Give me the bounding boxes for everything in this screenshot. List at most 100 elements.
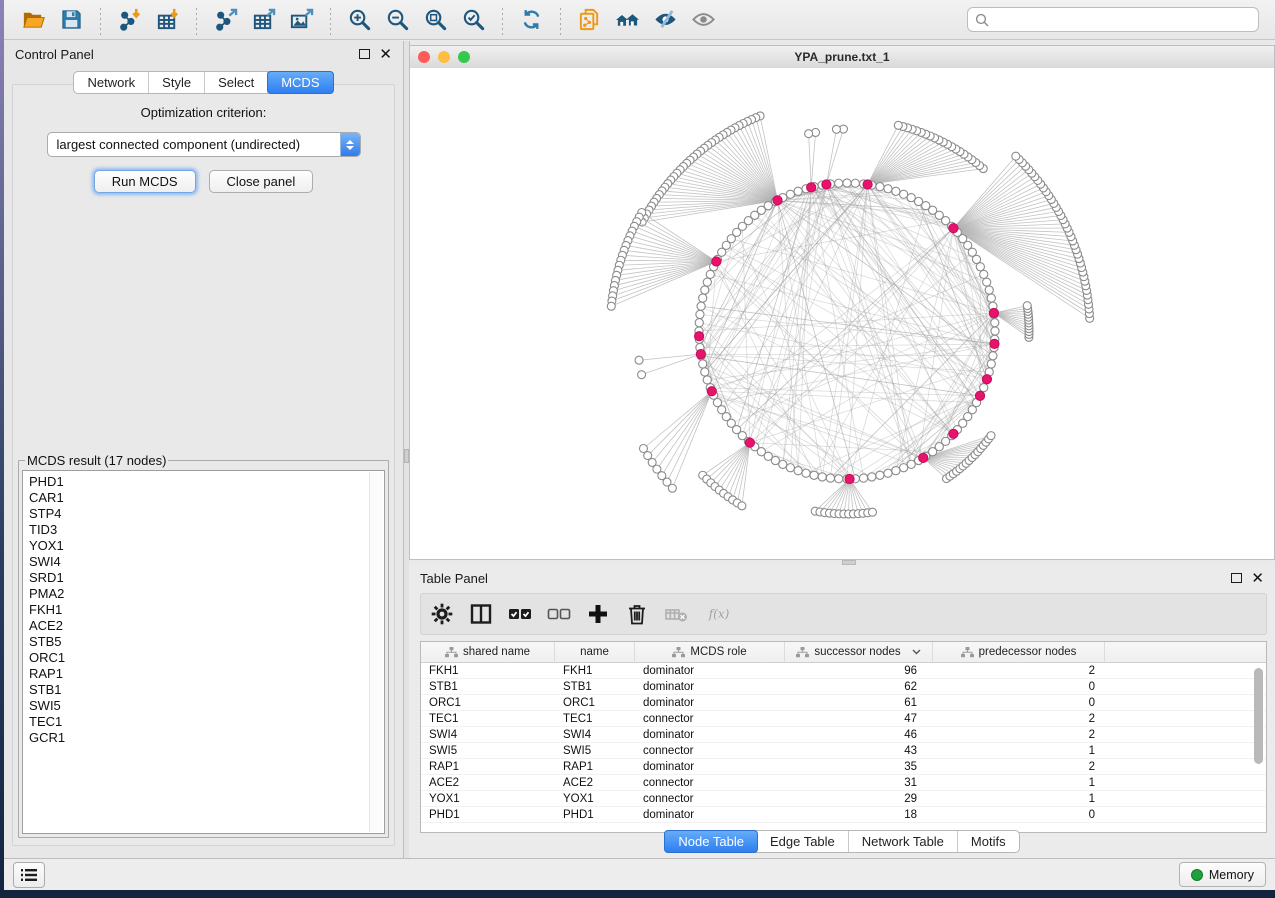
clone-network-icon[interactable]: [574, 5, 604, 35]
close-panel-button[interactable]: Close panel: [209, 170, 314, 193]
table-row[interactable]: FKH1FKH1dominator962: [421, 663, 1266, 679]
cell-successor-nodes: 46: [785, 727, 933, 743]
mcds-node-item[interactable]: SWI5: [29, 698, 384, 714]
deselect-all-rows-icon[interactable]: [544, 600, 574, 628]
table-row[interactable]: ORC1ORC1dominator610: [421, 695, 1266, 711]
table-row[interactable]: TEC1TEC1connector472: [421, 711, 1266, 727]
mcds-node-item[interactable]: SWI4: [29, 554, 384, 570]
close-panel-icon[interactable]: ✕: [1251, 571, 1264, 586]
tab-select[interactable]: Select: [205, 72, 268, 93]
zoom-selected-icon[interactable]: [458, 5, 488, 35]
zoom-fit-icon[interactable]: [420, 5, 450, 35]
mcds-node-item[interactable]: FKH1: [29, 602, 384, 618]
mcds-result-list[interactable]: PHD1CAR1STP4TID3YOX1SWI4SRD1PMA2FKH1ACE2…: [22, 470, 385, 834]
svg-text:f(x): f(x): [708, 607, 730, 621]
table-scrollbar-thumb[interactable]: [1254, 668, 1263, 764]
toolbar-icon-strip: [14, 5, 722, 35]
export-network-icon[interactable]: [210, 5, 240, 35]
status-bar: Memory: [4, 858, 1275, 890]
mcds-node-item[interactable]: YOX1: [29, 538, 384, 554]
tab-style[interactable]: Style: [149, 72, 205, 93]
add-column-icon[interactable]: [583, 600, 613, 628]
optimization-criterion-select[interactable]: largest connected component (undirected): [47, 132, 361, 157]
mcds-node-item[interactable]: PHD1: [29, 474, 384, 490]
table-row[interactable]: YOX1YOX1connector291: [421, 791, 1266, 807]
column-header-shared-name[interactable]: shared name: [421, 642, 555, 663]
column-header-successor-nodes[interactable]: successor nodes: [785, 642, 933, 663]
control-panel-title: Control Panel: [15, 47, 94, 62]
run-mcds-button[interactable]: Run MCDS: [94, 170, 196, 193]
first-neighbors-icon[interactable]: [612, 5, 642, 35]
tab-edge-table[interactable]: Edge Table: [757, 831, 849, 852]
mcds-node-item[interactable]: ACE2: [29, 618, 384, 634]
table-toolbar: f(x): [420, 593, 1267, 635]
tab-mcds[interactable]: MCDS: [267, 71, 333, 94]
table-row[interactable]: RAP1RAP1dominator352: [421, 759, 1266, 775]
table-row[interactable]: SWI4SWI4dominator462: [421, 727, 1266, 743]
search-input[interactable]: [994, 12, 1251, 28]
cell-filler: [1105, 711, 1266, 727]
column-header-name[interactable]: name: [555, 642, 635, 663]
export-table-icon[interactable]: [248, 5, 278, 35]
close-panel-icon[interactable]: ✕: [379, 47, 392, 62]
column-header-mcds-role[interactable]: MCDS role: [635, 642, 785, 663]
table-panel: Table Panel ✕ f(x) shared name nameMCDS r…: [409, 565, 1275, 858]
tab-node-table[interactable]: Node Table: [664, 830, 758, 853]
mcds-node-item[interactable]: ORC1: [29, 650, 384, 666]
cell-mcds-role: dominator: [635, 695, 785, 711]
select-all-rows-icon[interactable]: [505, 600, 535, 628]
import-table-icon[interactable]: [152, 5, 182, 35]
list-scrollbar[interactable]: [369, 472, 383, 832]
mcds-result-title: MCDS result (17 nodes): [25, 453, 168, 468]
network-graph[interactable]: [410, 68, 1274, 559]
mcds-node-item[interactable]: TID3: [29, 522, 384, 538]
table-row[interactable]: PHD1PHD1dominator180: [421, 807, 1266, 823]
table-row[interactable]: STB1STB1dominator620: [421, 679, 1266, 695]
cell-mcds-role: dominator: [635, 759, 785, 775]
split-panel-icon[interactable]: [466, 600, 496, 628]
table-panel-title: Table Panel: [420, 571, 488, 586]
mcds-node-item[interactable]: TEC1: [29, 714, 384, 730]
save-session-icon[interactable]: [56, 5, 86, 35]
zoom-in-icon[interactable]: [344, 5, 374, 35]
column-label: shared name: [463, 646, 530, 658]
tab-network-table[interactable]: Network Table: [849, 831, 958, 852]
export-image-icon[interactable]: [286, 5, 316, 35]
toolbar-separator: [195, 5, 197, 35]
mcds-node-item[interactable]: STP4: [29, 506, 384, 522]
float-panel-icon[interactable]: [1231, 573, 1242, 583]
mcds-node-item[interactable]: GCR1: [29, 730, 384, 746]
refresh-icon[interactable]: [516, 5, 546, 35]
cell-predecessor-nodes: 2: [933, 759, 1105, 775]
cell-filler: [1105, 695, 1266, 711]
network-canvas[interactable]: [410, 68, 1274, 559]
table-row[interactable]: SWI5SWI5connector431: [421, 743, 1266, 759]
show-all-icon[interactable]: [688, 5, 718, 35]
mcds-node-item[interactable]: RAP1: [29, 666, 384, 682]
cell-name: RAP1: [555, 759, 635, 775]
hide-selected-icon[interactable]: [650, 5, 680, 35]
mcds-node-item[interactable]: CAR1: [29, 490, 384, 506]
tab-motifs[interactable]: Motifs: [958, 831, 1019, 852]
column-header-predecessor-nodes[interactable]: predecessor nodes: [933, 642, 1105, 663]
mcds-node-item[interactable]: STB1: [29, 682, 384, 698]
mcds-result-group: MCDS result (17 nodes) PHD1CAR1STP4TID3Y…: [18, 453, 389, 838]
cell-successor-nodes: 18: [785, 807, 933, 823]
memory-button[interactable]: Memory: [1179, 862, 1266, 887]
node-table: shared name nameMCDS rolesuccessor nodesp…: [420, 641, 1267, 833]
table-settings-icon[interactable]: [427, 600, 457, 628]
task-history-button[interactable]: [13, 862, 45, 888]
table-header-row: shared name nameMCDS rolesuccessor nodesp…: [421, 642, 1266, 663]
tab-network[interactable]: Network: [74, 72, 149, 93]
mcds-node-item[interactable]: PMA2: [29, 586, 384, 602]
zoom-out-icon[interactable]: [382, 5, 412, 35]
memory-label: Memory: [1209, 868, 1254, 882]
open-file-icon[interactable]: [18, 5, 48, 35]
import-network-icon[interactable]: [114, 5, 144, 35]
mcds-node-item[interactable]: STB5: [29, 634, 384, 650]
delete-column-icon[interactable]: [622, 600, 652, 628]
float-panel-icon[interactable]: [359, 49, 370, 59]
table-row[interactable]: ACE2ACE2connector311: [421, 775, 1266, 791]
mcds-node-item[interactable]: SRD1: [29, 570, 384, 586]
chevron-down-icon: [912, 649, 921, 655]
